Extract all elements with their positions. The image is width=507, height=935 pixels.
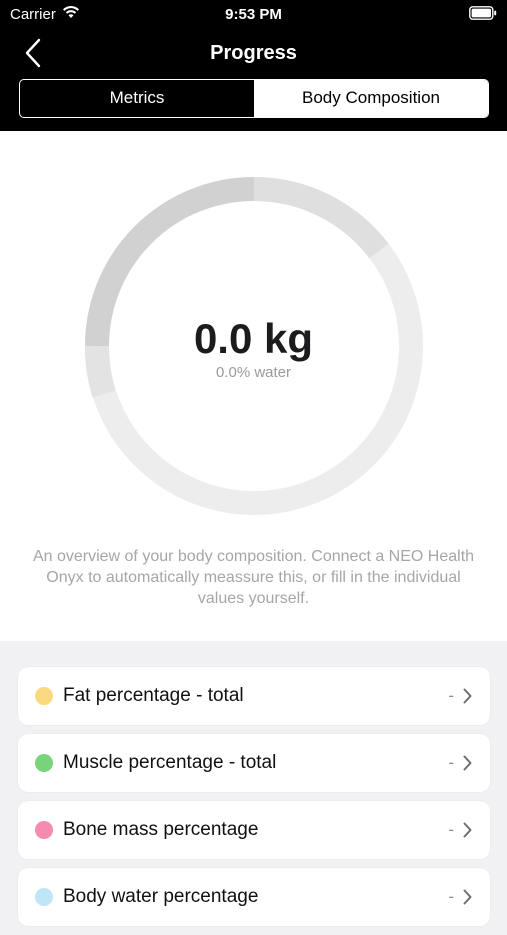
bone-color-dot <box>35 821 53 839</box>
fat-color-dot <box>35 687 53 705</box>
segmented-control: Metrics Body Composition <box>19 79 489 118</box>
metric-value: - <box>448 753 454 772</box>
chevron-right-icon <box>463 822 472 838</box>
water-percentage-subtitle: 0.0% water <box>215 364 292 381</box>
chevron-right-icon <box>463 755 472 771</box>
metric-row-muscle[interactable]: Muscle percentage - total - <box>18 734 490 792</box>
chevron-right-icon <box>463 688 472 704</box>
composition-description: An overview of your body composition. Co… <box>32 548 475 607</box>
metric-value: - <box>448 887 454 906</box>
page-title: Progress <box>210 42 297 64</box>
metric-label: Body water percentage <box>63 886 259 907</box>
metric-label: Muscle percentage - total <box>63 752 277 773</box>
metric-row-bone[interactable]: Bone mass percentage - <box>18 801 490 859</box>
metric-value: - <box>448 686 454 705</box>
status-time: 9:53 PM <box>225 6 282 23</box>
metric-value: - <box>448 820 454 839</box>
status-bar: Carrier 9:53 PM <box>0 0 507 28</box>
metrics-list: Fat percentage - total - Muscle percenta… <box>18 667 490 935</box>
metric-row-water[interactable]: Body water percentage - <box>18 868 490 926</box>
metric-label: Bone mass percentage <box>63 819 259 840</box>
header: Carrier 9:53 PM Progress Metrics Body Co… <box>0 0 507 131</box>
muscle-color-dot <box>35 754 53 772</box>
chevron-right-icon <box>463 889 472 905</box>
water-color-dot <box>35 888 53 906</box>
total-weight-value: 0.0 kg <box>193 315 314 362</box>
ring-segment-top <box>253 177 389 259</box>
tab-metrics[interactable]: Metrics <box>20 80 254 117</box>
metric-row-fat[interactable]: Fat percentage - total - <box>18 667 490 725</box>
tab-body-composition[interactable]: Body Composition <box>254 80 488 117</box>
metric-label: Fat percentage - total <box>63 685 244 706</box>
battery-icon <box>469 6 497 20</box>
